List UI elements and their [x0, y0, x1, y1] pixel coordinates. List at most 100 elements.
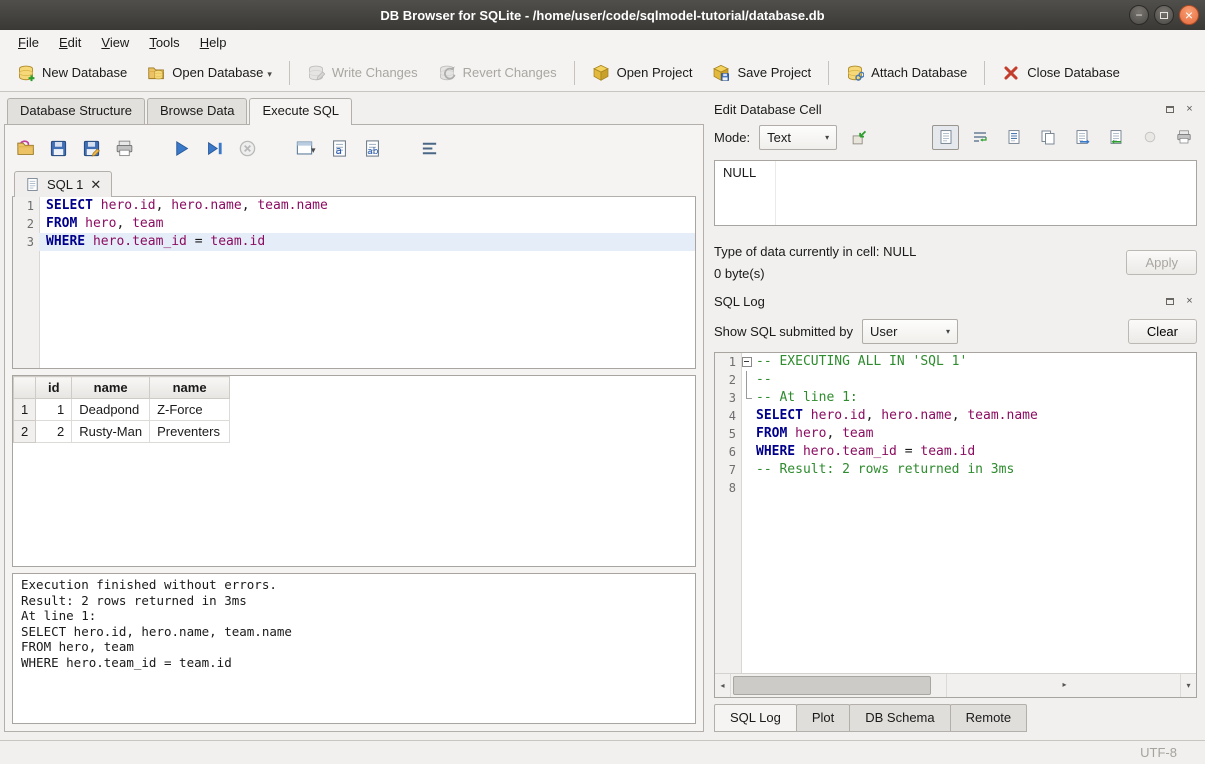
- open-sql-file-button[interactable]: [16, 139, 35, 158]
- scrollbar-track[interactable]: [731, 674, 946, 697]
- tab-db-schema[interactable]: DB Schema: [849, 704, 950, 732]
- format-sql-button[interactable]: [420, 139, 439, 158]
- execute-current-line-button[interactable]: [205, 139, 224, 158]
- tab-sql-log[interactable]: SQL Log: [714, 704, 797, 732]
- cell-id[interactable]: 2: [36, 421, 72, 443]
- column-header-id[interactable]: id: [36, 377, 72, 399]
- menu-help[interactable]: Help: [190, 32, 237, 53]
- scroll-down-icon: ▾: [1186, 681, 1190, 690]
- find-replace-button[interactable]: ab: [363, 139, 382, 158]
- undock-icon: [1166, 106, 1174, 113]
- minimize-button[interactable]: −: [1129, 5, 1149, 25]
- copy-cell-button[interactable]: [1034, 125, 1061, 150]
- scroll-left-button[interactable]: ◂: [715, 674, 731, 697]
- attach-database-button[interactable]: Attach Database: [837, 59, 976, 87]
- write-changes-icon: [307, 64, 325, 82]
- open-database-dropdown-icon[interactable]: ▾: [267, 69, 272, 82]
- line-number: 2: [715, 371, 741, 389]
- chevron-down-icon: ▾: [825, 133, 829, 142]
- export-cell-button[interactable]: [1068, 125, 1095, 150]
- sql-editor[interactable]: 1SELECT hero.id, hero.name, team.name2FR…: [12, 197, 696, 369]
- clear-log-button[interactable]: Clear: [1128, 319, 1197, 344]
- undock-panel-button[interactable]: [1162, 294, 1177, 309]
- cell-hero-name[interactable]: Rusty-Man: [72, 421, 150, 443]
- open-project-button[interactable]: Open Project: [583, 59, 702, 87]
- svg-text:a: a: [335, 143, 342, 156]
- menu-edit[interactable]: Edit: [49, 32, 91, 53]
- sql-editor-tab[interactable]: SQL 1 ✕: [14, 171, 112, 197]
- cell-hero-name[interactable]: Deadpond: [72, 399, 150, 421]
- save-project-button[interactable]: Save Project: [703, 59, 820, 87]
- scrollbar-thumb[interactable]: [733, 676, 931, 695]
- open-new-tab-button[interactable]: ▾: [295, 139, 316, 158]
- execute-all-button[interactable]: [172, 139, 191, 158]
- code-text: -- At line 1:: [754, 389, 1196, 407]
- tab-browse-data[interactable]: Browse Data: [147, 98, 247, 124]
- new-database-icon: [17, 64, 35, 82]
- submitted-by-select[interactable]: User ▾: [862, 319, 958, 344]
- line-number: 8: [715, 479, 741, 497]
- encoding-indicator[interactable]: UTF-8: [1140, 745, 1177, 760]
- cell-team-name[interactable]: Z-Force: [150, 399, 230, 421]
- open-project-icon: [592, 64, 610, 82]
- code-line: 4SELECT hero.id, hero.name, team.name: [715, 407, 1196, 425]
- sql-log-code[interactable]: 1-- EXECUTING ALL IN 'SQL 1'2--3-- At li…: [715, 353, 1196, 673]
- cell-editor[interactable]: NULL: [714, 160, 1197, 226]
- close-panel-button[interactable]: ×: [1182, 102, 1197, 117]
- toolbar-separator: [574, 61, 575, 85]
- json-view-icon: [1006, 129, 1022, 145]
- import-cell-button[interactable]: [1102, 125, 1129, 150]
- code-line: 1-- EXECUTING ALL IN 'SQL 1': [715, 353, 1196, 371]
- import-data-button[interactable]: [846, 125, 873, 150]
- close-window-button[interactable]: ×: [1179, 5, 1199, 25]
- cell-team-name[interactable]: Preventers: [150, 421, 230, 443]
- cell-value: NULL: [723, 165, 756, 180]
- save-sql-file-as-button[interactable]: [82, 139, 101, 158]
- new-database-button[interactable]: New Database: [8, 59, 136, 87]
- execute-current-line-icon: [205, 139, 224, 158]
- tab-remote[interactable]: Remote: [950, 704, 1028, 732]
- fold-marker[interactable]: [741, 353, 754, 371]
- table-row[interactable]: 1 1 Deadpond Z-Force: [14, 399, 230, 421]
- new-tab-dropdown-icon[interactable]: ▾: [311, 145, 316, 158]
- row-number: 1: [14, 399, 36, 421]
- close-panel-button[interactable]: ×: [1182, 294, 1197, 309]
- mode-select[interactable]: Text ▾: [759, 125, 837, 150]
- tab-database-structure[interactable]: Database Structure: [7, 98, 145, 124]
- close-database-button[interactable]: Close Database: [993, 59, 1129, 87]
- tab-plot[interactable]: Plot: [796, 704, 850, 732]
- column-header-name[interactable]: name: [72, 377, 150, 399]
- horizontal-scrollbar[interactable]: ◂ ▸ ▾: [715, 673, 1196, 697]
- print-sql-button[interactable]: [115, 139, 134, 158]
- menu-tools[interactable]: Tools: [139, 32, 189, 53]
- word-wrap-button[interactable]: [966, 125, 993, 150]
- open-database-button[interactable]: Open Database ▾: [138, 59, 281, 87]
- write-changes-label: Write Changes: [332, 65, 418, 80]
- maximize-button[interactable]: [1154, 5, 1174, 25]
- code-line: 5FROM hero, team: [715, 425, 1196, 443]
- maximize-icon: [1160, 12, 1168, 19]
- code-text: --: [754, 371, 1196, 389]
- tab-execute-sql[interactable]: Execute SQL: [249, 98, 352, 125]
- scroll-right-button[interactable]: ▸: [946, 674, 1180, 697]
- save-sql-file-button[interactable]: [49, 139, 68, 158]
- text-view-button[interactable]: [932, 125, 959, 150]
- close-database-icon: [1002, 64, 1020, 82]
- cell-id[interactable]: 1: [36, 399, 72, 421]
- menu-view[interactable]: View: [91, 32, 139, 53]
- print-icon: [115, 139, 134, 158]
- print-cell-button[interactable]: [1170, 125, 1197, 150]
- titlebar: DB Browser for SQLite - /home/user/code/…: [0, 0, 1205, 30]
- menu-file[interactable]: File: [8, 32, 49, 53]
- scroll-down-button[interactable]: ▾: [1180, 674, 1196, 697]
- open-database-label: Open Database: [172, 65, 263, 80]
- find-button[interactable]: a: [330, 139, 349, 158]
- close-tab-icon[interactable]: ✕: [90, 178, 101, 191]
- json-view-button[interactable]: [1000, 125, 1027, 150]
- table-row[interactable]: 2 2 Rusty-Man Preventers: [14, 421, 230, 443]
- toolbar-separator: [984, 61, 985, 85]
- line-number: 7: [715, 461, 741, 479]
- apply-button: Apply: [1126, 250, 1197, 275]
- undock-panel-button[interactable]: [1162, 102, 1177, 117]
- column-header-name[interactable]: name: [150, 377, 230, 399]
